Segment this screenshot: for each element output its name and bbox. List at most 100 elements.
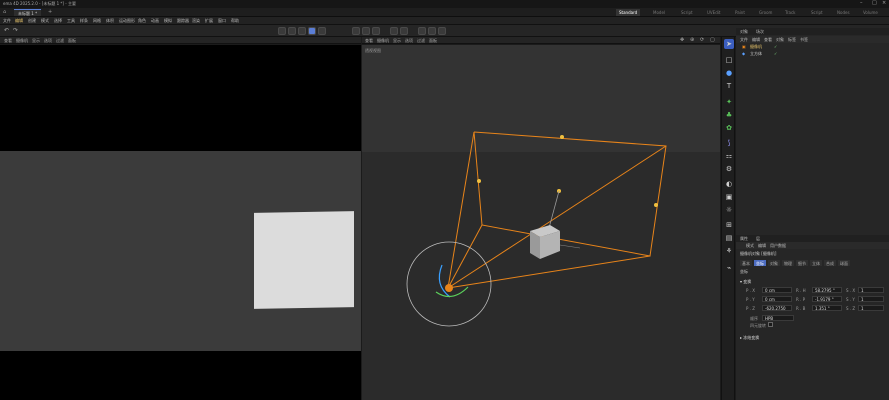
menu-animate[interactable]: 动画 bbox=[151, 18, 159, 24]
add-tab-icon[interactable]: + bbox=[48, 9, 52, 15]
perspective-viewport[interactable]: 透视视图 bbox=[362, 45, 720, 400]
mode-physical[interactable]: 物理 bbox=[782, 260, 794, 266]
menu-mograph[interactable]: 运动图形 bbox=[119, 18, 135, 24]
menu-help[interactable]: 帮助 bbox=[231, 18, 239, 24]
objects-menu-bookmarks[interactable]: 书签 bbox=[800, 37, 808, 43]
quantize-icon[interactable] bbox=[390, 27, 398, 35]
menu-simulate[interactable]: 模拟 bbox=[164, 18, 172, 24]
mode-spherical[interactable]: 球面 bbox=[838, 260, 850, 266]
cube-icon[interactable]: □ bbox=[724, 55, 734, 65]
main-vp-menu-options[interactable]: 选项 bbox=[405, 38, 413, 44]
freeze-section[interactable]: ▸ 冻结变换 bbox=[740, 335, 759, 341]
scale-z-field[interactable]: 1 bbox=[858, 305, 884, 311]
menu-volume[interactable]: 体积 bbox=[106, 18, 114, 24]
objects-menu-edit[interactable]: 编辑 bbox=[752, 37, 760, 43]
rot-p-field[interactable]: -1.9179 ° bbox=[812, 296, 842, 302]
render-settings-icon[interactable] bbox=[438, 27, 446, 35]
rot-h-field[interactable]: 58.2795 ° bbox=[812, 287, 842, 293]
maximize-icon[interactable]: □ bbox=[872, 0, 877, 6]
menu-window[interactable]: 窗口 bbox=[218, 18, 226, 24]
menu-mesh[interactable]: 网格 bbox=[93, 18, 101, 24]
lock-icon[interactable] bbox=[352, 27, 360, 35]
menu-create[interactable]: 创建 bbox=[28, 18, 36, 24]
layout-volume[interactable]: Volume bbox=[860, 9, 881, 16]
redo-icon[interactable]: ↷ bbox=[13, 27, 18, 34]
transform-section[interactable]: ▾ 变换 bbox=[740, 279, 751, 285]
visibility-icon[interactable]: ✓ bbox=[774, 44, 777, 49]
render-picture-icon[interactable] bbox=[428, 27, 436, 35]
objects-menu-object[interactable]: 对象 bbox=[776, 37, 784, 43]
rot-b-field[interactable]: 1.351 ° bbox=[812, 305, 842, 311]
deformer-icon[interactable]: ✿ bbox=[724, 123, 734, 133]
move-view-icon[interactable]: ✥ bbox=[680, 37, 684, 43]
menu-render[interactable]: 渲染 bbox=[192, 18, 200, 24]
model-mode-icon[interactable] bbox=[278, 27, 286, 35]
render-view-icon[interactable] bbox=[418, 27, 426, 35]
generator-icon[interactable]: ✦ bbox=[724, 97, 734, 107]
render-icon[interactable]: ▤ bbox=[724, 233, 734, 243]
mode-coord[interactable]: 坐标 bbox=[754, 260, 766, 266]
main-vp-menu-view[interactable]: 查看 bbox=[365, 38, 373, 44]
home-icon[interactable]: ⌂ bbox=[3, 9, 6, 15]
tab-takes[interactable]: 场次 bbox=[756, 29, 764, 35]
pos-y-field[interactable]: 0 cm bbox=[762, 296, 792, 302]
left-vp-menu-filter[interactable]: 过滤 bbox=[56, 38, 64, 44]
menu-file[interactable]: 文件 bbox=[3, 18, 11, 24]
point-mode-icon[interactable] bbox=[288, 27, 296, 35]
main-vp-menu-panel[interactable]: 面板 bbox=[429, 38, 437, 44]
menu-extensions[interactable]: 扩展 bbox=[205, 18, 213, 24]
frustum-handle[interactable] bbox=[654, 203, 658, 207]
layout-groom[interactable]: Groom bbox=[756, 9, 775, 16]
layout-standard[interactable]: Standard bbox=[616, 9, 641, 16]
left-vp-menu-camera[interactable]: 摄像机 bbox=[16, 38, 28, 44]
cube[interactable] bbox=[530, 225, 560, 259]
misc-icon[interactable]: ⌁ bbox=[724, 263, 734, 273]
left-vp-menu-view[interactable]: 查看 bbox=[4, 38, 12, 44]
zoom-view-icon[interactable]: ⊕ bbox=[690, 37, 694, 43]
environment-icon[interactable]: ◐ bbox=[724, 179, 734, 189]
objects-menu-tags[interactable]: 标签 bbox=[788, 37, 796, 43]
frustum-handle[interactable] bbox=[477, 179, 481, 183]
layout-model[interactable]: Model bbox=[650, 9, 668, 16]
left-vp-menu-panel[interactable]: 面板 bbox=[68, 38, 76, 44]
mode-object[interactable]: 对象 bbox=[768, 260, 780, 266]
list-item[interactable]: ▣ 摄像机 ✓ bbox=[738, 44, 887, 50]
visibility-icon[interactable]: ✓ bbox=[774, 51, 777, 56]
layout-script[interactable]: Script bbox=[678, 9, 696, 16]
cursor-icon[interactable]: ➤ bbox=[724, 39, 734, 49]
document-tab[interactable]: 未标题 1 * bbox=[14, 9, 42, 16]
scene-icon[interactable]: ⚘ bbox=[724, 246, 734, 256]
mode-basic[interactable]: 基本 bbox=[740, 260, 752, 266]
snap-icon[interactable] bbox=[362, 27, 370, 35]
layout-paint[interactable]: Paint bbox=[732, 9, 748, 16]
mode-stereo[interactable]: 立体 bbox=[810, 260, 822, 266]
spline-icon[interactable]: ⟆ bbox=[724, 138, 734, 148]
grid-icon[interactable] bbox=[400, 27, 408, 35]
frustum-handle[interactable] bbox=[560, 135, 564, 139]
menu-select[interactable]: 选择 bbox=[54, 18, 62, 24]
attr-menu-mode[interactable]: 模式 bbox=[746, 243, 754, 249]
sphere-icon[interactable]: ● bbox=[724, 68, 734, 78]
light-icon[interactable]: ☼ bbox=[724, 205, 734, 215]
uv-mode-icon[interactable] bbox=[318, 27, 326, 35]
field-icon[interactable]: ⚏ bbox=[724, 151, 734, 161]
pos-x-field[interactable]: 0 cm bbox=[762, 287, 792, 293]
text-icon[interactable]: T bbox=[724, 81, 734, 91]
main-vp-menu-camera[interactable]: 摄像机 bbox=[377, 38, 389, 44]
polygon-mode-icon[interactable] bbox=[308, 27, 316, 35]
scale-y-field[interactable]: 1 bbox=[858, 296, 884, 302]
menu-tracker[interactable]: 跟踪器 bbox=[177, 18, 189, 24]
maximize-view-icon[interactable]: ▢ bbox=[710, 37, 715, 43]
attr-menu-userdata[interactable]: 用户数据 bbox=[770, 243, 786, 249]
tab-objects[interactable]: 对象 bbox=[740, 29, 748, 35]
edge-mode-icon[interactable] bbox=[298, 27, 306, 35]
undo-icon[interactable]: ↶ bbox=[4, 27, 9, 34]
list-item[interactable]: ◆ 立方体 ✓ bbox=[738, 51, 887, 57]
objects-menu-view[interactable]: 查看 bbox=[764, 37, 772, 43]
left-vp-menu-display[interactable]: 显示 bbox=[32, 38, 40, 44]
left-vp-menu-options[interactable]: 选项 bbox=[44, 38, 52, 44]
main-vp-menu-display[interactable]: 显示 bbox=[393, 38, 401, 44]
cloner-icon[interactable]: ♣ bbox=[724, 110, 734, 120]
quaternion-checkbox[interactable] bbox=[768, 322, 773, 327]
menu-mode[interactable]: 模式 bbox=[41, 18, 49, 24]
